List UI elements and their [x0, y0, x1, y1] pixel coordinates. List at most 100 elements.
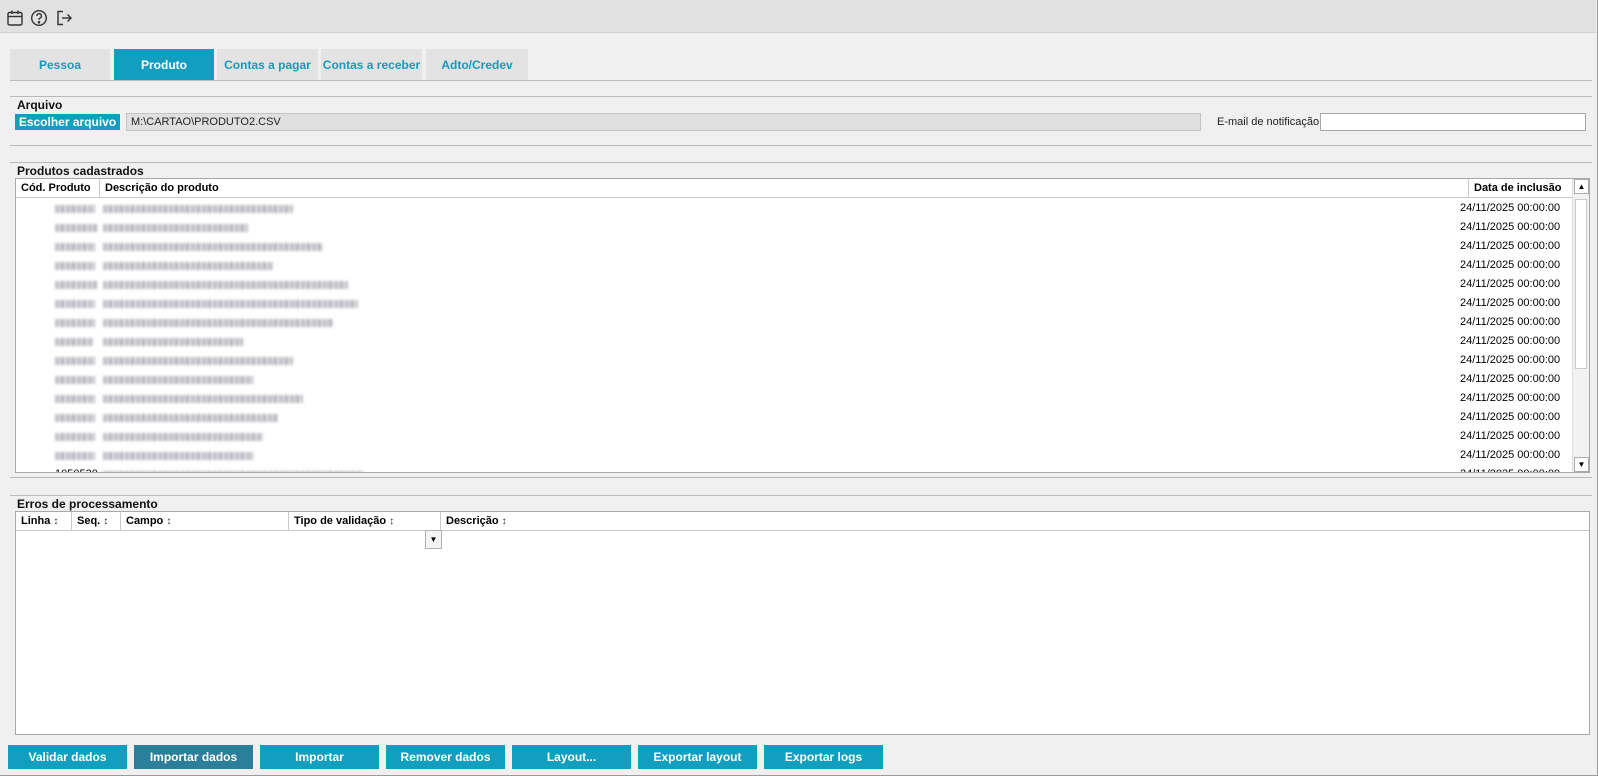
cod-produto-cell: 1050530: [55, 465, 98, 472]
validar-dados-button[interactable]: Validar dados: [8, 745, 127, 769]
redacted-code: [55, 452, 95, 460]
redacted-description: [103, 338, 243, 346]
exportar-logs-button[interactable]: Exportar logs: [764, 745, 883, 769]
table-row[interactable]: 24/11/2025 00:00:00: [16, 199, 1574, 218]
redacted-description: [103, 357, 293, 365]
col-label: Linha: [21, 515, 51, 527]
layout-button[interactable]: Layout...: [512, 745, 631, 769]
calendar-icon[interactable]: [6, 9, 24, 27]
redacted-code: [55, 376, 95, 384]
redacted-description: [103, 319, 333, 327]
redacted-description: [103, 224, 248, 232]
col-linha[interactable]: Linha ↕: [16, 512, 72, 531]
tab-contas-a-pagar[interactable]: Contas a pagar: [217, 49, 318, 81]
divider: [10, 145, 1592, 146]
col-descricao-erro[interactable]: Descrição ↕: [441, 512, 1589, 531]
sort-icon: ↕: [53, 516, 59, 527]
table-row[interactable]: 24/11/2025 00:00:00: [16, 256, 1574, 275]
table-row[interactable]: 24/11/2025 00:00:00: [16, 294, 1574, 313]
redacted-description: [103, 300, 358, 308]
redacted-description: [103, 281, 348, 289]
redacted-code: [55, 433, 95, 441]
table-row[interactable]: 24/11/2025 00:00:00: [16, 313, 1574, 332]
data-inclusao-cell: 24/11/2025 00:00:00: [1460, 259, 1561, 271]
data-inclusao-cell: 24/11/2025 00:00:00: [1460, 316, 1561, 328]
produtos-title: Produtos cadastrados: [17, 164, 144, 178]
table-row[interactable]: 24/11/2025 00:00:00: [16, 389, 1574, 408]
scroll-up-icon[interactable]: ▲: [1574, 179, 1589, 194]
arquivo-divider: [10, 96, 1592, 97]
col-cod-produto[interactable]: Cód. Produto: [16, 179, 100, 198]
redacted-code: [55, 224, 97, 232]
col-campo[interactable]: Campo ↕: [121, 512, 289, 531]
arquivo-title: Arquivo: [17, 98, 63, 112]
table-row[interactable]: 24/11/2025 00:00:00: [16, 332, 1574, 351]
redacted-code: [55, 243, 95, 251]
data-inclusao-cell: 24/11/2025 00:00:00: [1460, 465, 1560, 472]
table-row[interactable]: 24/11/2025 00:00:00: [16, 446, 1574, 465]
redacted-code: [55, 357, 95, 365]
redacted-code: [55, 205, 95, 213]
col-label: Tipo de validação: [294, 515, 387, 527]
tipo-validacao-filter-dropdown[interactable]: ▼: [425, 530, 442, 549]
importar-dados-button[interactable]: Importar dados: [134, 745, 253, 769]
scroll-thumb[interactable]: [1575, 199, 1587, 369]
data-inclusao-cell: 24/11/2025 00:00:00: [1460, 373, 1561, 385]
table-row[interactable]: 24/11/2025 00:00:00: [16, 218, 1574, 237]
redacted-code: [55, 262, 95, 270]
erros-grid-header: Linha ↕ Seq. ↕ Campo ↕ Tipo de validação…: [16, 512, 1589, 531]
data-inclusao-cell: 24/11/2025 00:00:00: [1460, 221, 1561, 233]
redacted-code: [55, 300, 95, 308]
produtos-grid: Cód. Produto Descrição do produto Data d…: [15, 178, 1590, 473]
produtos-scrollbar[interactable]: ▲ ▼: [1572, 179, 1589, 472]
redacted-description: [103, 395, 303, 403]
table-row[interactable]: 24/11/2025 00:00:00: [16, 275, 1574, 294]
redacted-description: [103, 433, 263, 441]
exportar-layout-button[interactable]: Exportar layout: [638, 745, 757, 769]
email-field[interactable]: [1320, 113, 1586, 131]
choose-file-button[interactable]: Escolher arquivo: [15, 114, 120, 130]
table-row[interactable]: 24/11/2025 00:00:00: [16, 237, 1574, 256]
tab-adto-credev[interactable]: Adto/Credev: [426, 49, 528, 81]
redacted-description: [103, 452, 253, 460]
erros-grid: Linha ↕ Seq. ↕ Campo ↕ Tipo de validação…: [15, 511, 1590, 735]
redacted-description: [103, 243, 323, 251]
data-inclusao-cell: 24/11/2025 00:00:00: [1460, 202, 1561, 214]
data-inclusao-cell: 24/11/2025 00:00:00: [1460, 354, 1561, 366]
file-path-field: M:\CARTAO\PRODUTO2.CSV: [126, 113, 1201, 131]
sort-icon: ↕: [501, 516, 507, 527]
table-row[interactable]: 1050530 24/11/2025 00:00:00: [16, 465, 1574, 472]
col-seq[interactable]: Seq. ↕: [72, 512, 121, 531]
redacted-description: [103, 376, 253, 384]
help-icon[interactable]: [30, 9, 48, 27]
logout-icon[interactable]: [55, 9, 73, 27]
redacted-code: [55, 319, 95, 327]
scroll-down-icon[interactable]: ▼: [1574, 457, 1589, 472]
col-label: Seq.: [77, 515, 101, 527]
table-row[interactable]: 24/11/2025 00:00:00: [16, 427, 1574, 446]
produtos-divider: [10, 162, 1592, 163]
tab-contas-a-receber[interactable]: Contas a receber: [321, 49, 422, 81]
col-label: Campo: [126, 515, 164, 527]
col-tipo-validacao[interactable]: Tipo de validação ↕: [289, 512, 441, 531]
tab-pessoa[interactable]: Pessoa: [10, 49, 110, 81]
tabs-divider: [10, 80, 1592, 81]
produtos-grid-header: Cód. Produto Descrição do produto Data d…: [16, 179, 1574, 198]
table-row[interactable]: 24/11/2025 00:00:00: [16, 408, 1574, 427]
data-inclusao-cell: 24/11/2025 00:00:00: [1460, 411, 1561, 423]
top-toolbar: [0, 0, 1596, 33]
sort-icon: ↕: [389, 516, 395, 527]
table-row[interactable]: 24/11/2025 00:00:00: [16, 370, 1574, 389]
redacted-description: [103, 205, 293, 213]
importar-background-button[interactable]: Importar background: [260, 745, 379, 776]
redacted-description: [103, 471, 363, 472]
remover-dados-button[interactable]: Remover dados: [386, 745, 505, 769]
divider: [10, 477, 1592, 478]
tab-produto[interactable]: Produto: [114, 49, 214, 81]
col-descricao[interactable]: Descrição do produto: [100, 179, 1469, 198]
col-data-inclusao[interactable]: Data de inclusão: [1469, 179, 1574, 198]
erros-title: Erros de processamento: [17, 497, 158, 511]
redacted-code: [55, 395, 95, 403]
table-row[interactable]: 24/11/2025 00:00:00: [16, 351, 1574, 370]
redacted-code: [55, 281, 97, 289]
